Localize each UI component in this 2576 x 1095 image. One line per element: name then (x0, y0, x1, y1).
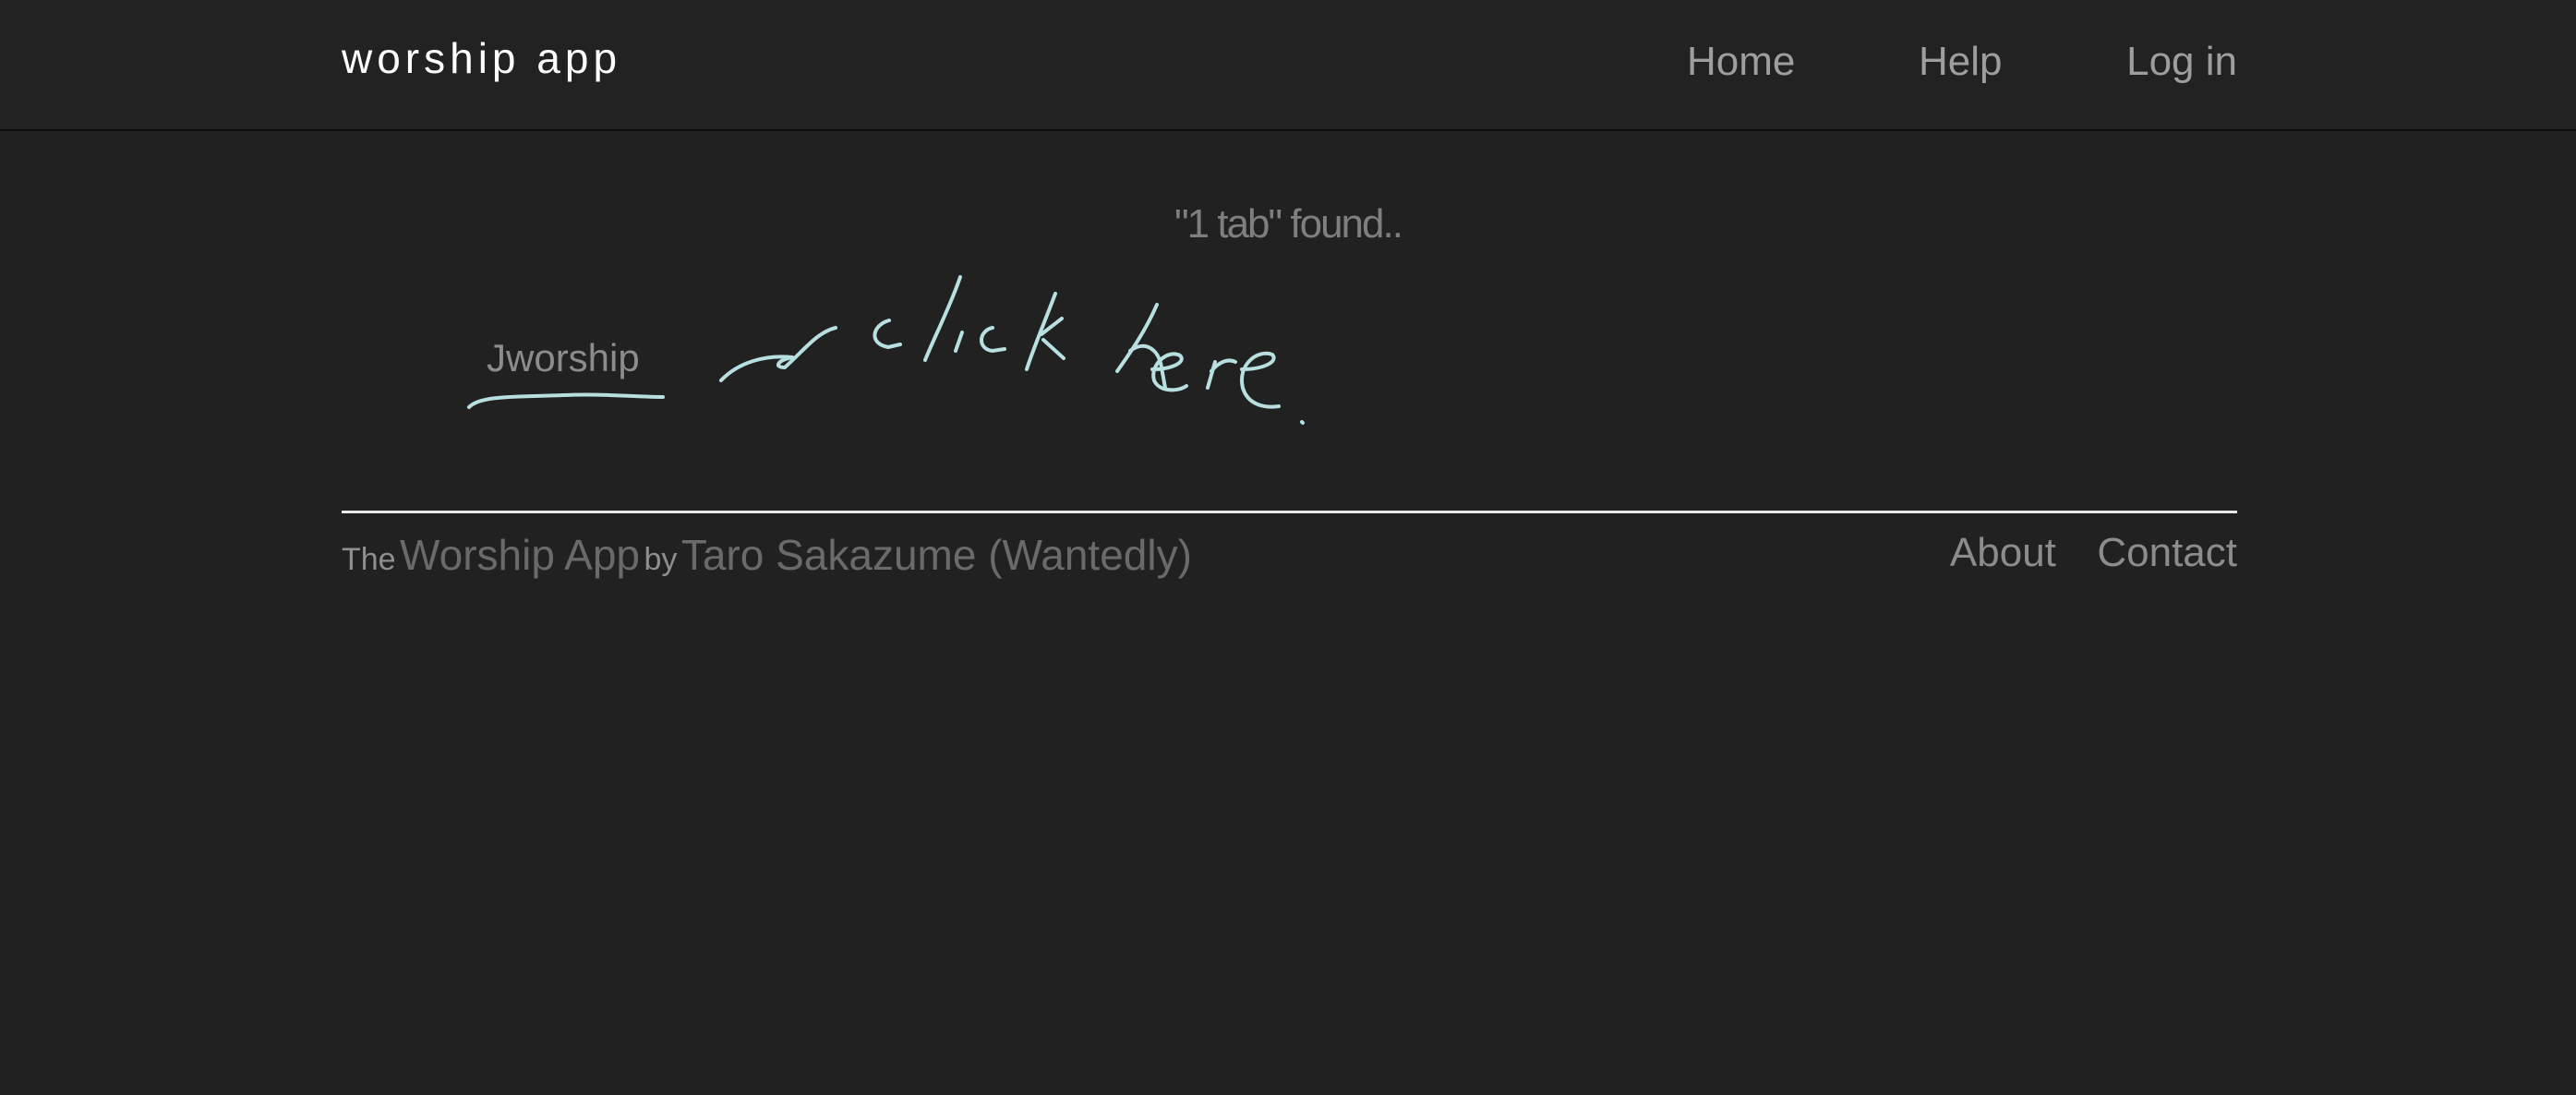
footer-divider (342, 511, 2237, 513)
nav-login-link[interactable]: Log in (2126, 39, 2237, 85)
footer-links: About Contact (1913, 530, 2237, 576)
annotation-letter (1240, 351, 1281, 409)
annotation-dot (1300, 420, 1305, 425)
annotation-letter (873, 319, 902, 349)
footer-author-link[interactable]: Taro Sakazume (Wantedly) (681, 531, 1192, 579)
footer-prefix: The (342, 542, 396, 577)
annotation-underline (467, 392, 665, 409)
footer-by: by (644, 542, 678, 577)
annotation-arrow (719, 326, 837, 382)
footer-about-link[interactable]: About (1950, 530, 2056, 575)
annotation-letter (1206, 358, 1237, 390)
annotation-letter (1128, 343, 1167, 390)
annotation-letter (1150, 352, 1188, 392)
annotation-letter (1115, 303, 1159, 373)
annotation-letter (923, 275, 962, 362)
footer-contact-link[interactable]: Contact (2097, 530, 2237, 575)
tab-result-link[interactable]: Jworship (487, 336, 640, 380)
annotation-letter (1025, 292, 1057, 371)
nav-help-link[interactable]: Help (1919, 39, 2003, 85)
annotation-letter (980, 326, 1006, 353)
annotation-letter (954, 331, 964, 353)
brand-link[interactable]: worship app (342, 33, 621, 83)
navbar: worship app Home Help Log in (0, 0, 2576, 131)
nav-home-link[interactable]: Home (1687, 39, 1795, 85)
annotation-letter (1040, 317, 1065, 360)
result-count: "1 tab" found.. (1174, 201, 1403, 247)
footer-credits: The Worship App by Taro Sakazume (Wanted… (342, 530, 1192, 580)
footer-app-link[interactable]: Worship App (400, 531, 640, 579)
